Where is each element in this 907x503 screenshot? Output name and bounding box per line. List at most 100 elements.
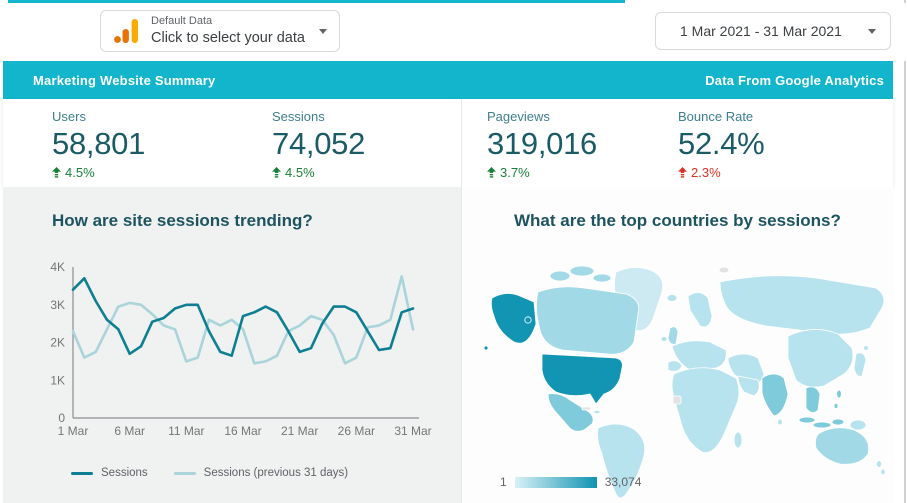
map-region-new-zealand[interactable] xyxy=(875,460,882,468)
metric-delta: 4.5% xyxy=(52,165,145,180)
metric-delta-value: 4.5% xyxy=(65,165,95,180)
chevron-down-icon xyxy=(319,28,327,34)
metric-value: 52.4% xyxy=(678,126,765,161)
metric-delta: 3.7% xyxy=(487,165,597,180)
report-title: Marketing Website Summary xyxy=(33,72,216,88)
map-region-sri-lanka[interactable] xyxy=(777,418,783,426)
x-axis-tick: 11 Mar xyxy=(168,424,204,438)
map-scale-min: 1 xyxy=(500,475,507,489)
x-axis-tick: 26 Mar xyxy=(338,424,375,438)
metric-value: 58,801 xyxy=(52,126,146,161)
map-color-scale: 1 33,074 xyxy=(500,475,641,489)
map-region-philippines[interactable] xyxy=(833,402,839,409)
y-axis-tick: 3K xyxy=(50,298,65,312)
map-region-united-kingdom[interactable] xyxy=(667,326,679,345)
date-range-picker[interactable]: 1 Mar 2021 - 31 Mar 2021 xyxy=(655,12,891,50)
metric-delta-value: 3.7% xyxy=(500,165,530,180)
legend-swatch xyxy=(173,471,196,475)
scorecard-band: Users 58,801 4.5% Sessions 74,052 4.5% P… xyxy=(3,99,893,187)
top-countries-panel: What are the top countries by sessions? xyxy=(462,187,893,503)
map-region-india[interactable] xyxy=(761,373,789,417)
date-range-value: 1 Mar 2021 - 31 Mar 2021 xyxy=(680,23,842,39)
x-axis-tick: 16 Mar xyxy=(224,424,261,438)
x-axis-tick: 1 Mar xyxy=(58,424,89,438)
data-source-title: Default Data xyxy=(151,15,213,28)
arrow-up-icon xyxy=(487,167,496,178)
report-source-label: Data From Google Analytics xyxy=(705,72,884,88)
window-edge-line xyxy=(904,0,906,503)
data-source-subtitle: Click to select your data xyxy=(151,29,305,46)
map-region-japan[interactable] xyxy=(853,352,867,377)
metric-label: Users xyxy=(52,109,86,124)
map-region-ireland[interactable] xyxy=(660,336,668,342)
legend-swatch xyxy=(71,471,93,475)
map-region-hispaniola[interactable] xyxy=(593,409,601,414)
map-region-arctic-islands[interactable] xyxy=(569,265,595,277)
sessions-trend-panel: How are site sessions trending? 0 1K 2K 3K 4… xyxy=(3,187,461,503)
map-region-pacific-coast[interactable] xyxy=(524,316,532,324)
map-region-canada[interactable] xyxy=(536,286,640,355)
chevron-down-icon xyxy=(868,28,876,34)
x-axis-tick: 6 Mar xyxy=(114,424,145,438)
map-region-madagascar[interactable] xyxy=(733,431,743,449)
arrow-up-icon xyxy=(272,167,281,178)
map-region-russia[interactable] xyxy=(719,275,885,335)
map-region-iceland[interactable] xyxy=(666,294,678,302)
metric-delta: 4.5% xyxy=(272,165,365,180)
map-scale-gradient xyxy=(514,476,597,488)
y-axis-tick: 2K xyxy=(50,336,65,350)
scorecard-pageviews[interactable]: Pageviews 319,016 3.7% xyxy=(487,109,597,180)
legend-label: Sessions (previous 31 days) xyxy=(203,467,349,479)
scorecard-sessions[interactable]: Sessions 74,052 4.5% xyxy=(272,109,365,180)
map-region-cuba[interactable] xyxy=(581,406,592,411)
top-bar: Default Data Click to select your data 1… xyxy=(0,3,907,61)
metric-delta-value: 4.5% xyxy=(285,165,315,180)
map-region-southeast-asia[interactable] xyxy=(805,386,821,413)
map-region-arctic-islands[interactable] xyxy=(592,273,612,283)
report-banner: Marketing Website Summary Data From Goog… xyxy=(3,61,893,99)
map-region-japan[interactable] xyxy=(863,345,869,351)
map-region-indonesia[interactable] xyxy=(798,416,816,424)
legend-item-sessions[interactable]: Sessions xyxy=(71,467,148,479)
y-axis-tick: 1K xyxy=(50,373,65,387)
metric-delta-value: 2.3% xyxy=(691,165,721,180)
arrow-up-icon xyxy=(52,167,61,178)
map-region-australia[interactable] xyxy=(814,427,870,465)
scorecard-bounce-rate[interactable]: Bounce Rate 52.4% 2.3% xyxy=(678,109,765,180)
map-region-svalbard[interactable] xyxy=(718,266,730,274)
y-axis-tick: 0 xyxy=(58,411,65,425)
chart-title: What are the top countries by sessions? xyxy=(514,211,841,230)
map-region-philippines[interactable] xyxy=(836,389,842,399)
data-source-text: Default Data Click to select your data xyxy=(151,15,305,47)
map-region-arctic-islands[interactable] xyxy=(549,270,571,282)
metric-delta: 2.3% xyxy=(678,165,764,180)
map-region-indonesia[interactable] xyxy=(831,418,845,426)
map-region-africa[interactable] xyxy=(671,367,740,453)
google-analytics-icon xyxy=(114,19,138,43)
metric-label: Bounce Rate xyxy=(678,109,754,124)
map-scale-max: 33,074 xyxy=(604,475,642,489)
map-region-china-east-asia[interactable] xyxy=(787,329,854,388)
chart-title: How are site sessions trending? xyxy=(52,211,313,230)
x-axis-tick: 31 Mar xyxy=(394,424,431,438)
legend-item-sessions-previous[interactable]: Sessions (previous 31 days) xyxy=(173,467,349,479)
map-region-western-sahara[interactable] xyxy=(672,395,682,405)
map-region-new-zealand[interactable] xyxy=(880,468,886,476)
world-geo-chart[interactable] xyxy=(476,258,889,503)
x-axis-tick: 21 Mar xyxy=(281,424,318,438)
map-region-indonesia[interactable] xyxy=(812,421,832,429)
metric-value: 74,052 xyxy=(272,126,366,161)
chart-legend: Sessions Sessions (previous 31 days) xyxy=(71,467,348,479)
data-source-selector[interactable]: Default Data Click to select your data xyxy=(100,10,340,52)
metric-label: Sessions xyxy=(272,109,325,124)
metric-label: Pageviews xyxy=(487,109,550,124)
y-axis-tick: 4K xyxy=(50,260,65,274)
map-region-mexico-central-america[interactable] xyxy=(547,393,594,432)
map-region-scandinavia[interactable] xyxy=(687,292,713,328)
map-region-alaska-tail[interactable] xyxy=(483,345,489,351)
arrow-up-icon xyxy=(678,167,687,178)
sessions-line-chart[interactable]: 0 1K 2K 3K 4K 1 Mar 6 Mar 11 Mar 16 Mar 21 Mar 26 … xyxy=(33,249,443,449)
map-region-new-guinea[interactable] xyxy=(849,419,867,431)
dashboard: Default Data Click to select your data 1… xyxy=(0,0,907,503)
scorecard-users[interactable]: Users 58,801 4.5% xyxy=(52,109,145,180)
